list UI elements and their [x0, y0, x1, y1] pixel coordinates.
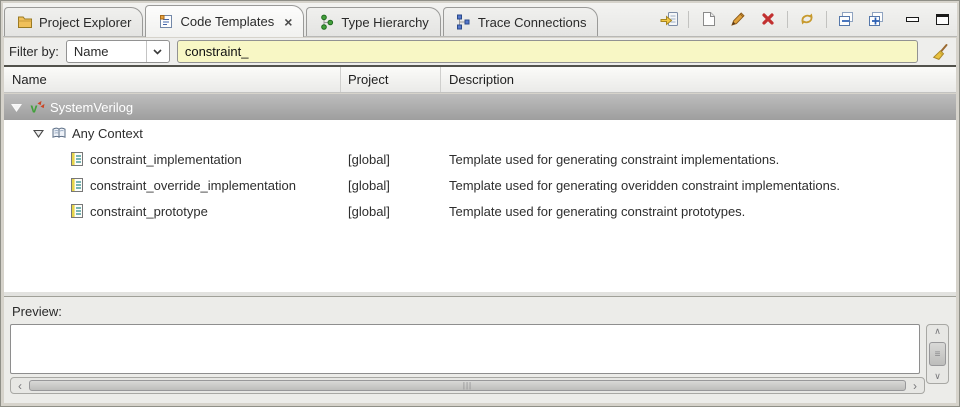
filter-query-input[interactable] [176, 40, 918, 63]
filter-bar: Filter by: Name [4, 38, 956, 65]
toolbar-separator [826, 10, 827, 28]
horizontal-scrollbar[interactable]: ‹ ||| › [10, 377, 925, 394]
vertical-scroll-thumb[interactable]: ≡ [929, 342, 946, 366]
tree-cell-name: constraint_override_implementation [4, 178, 341, 193]
expand-all-icon [868, 11, 884, 27]
template-project: [global] [348, 151, 390, 167]
template-name: constraint_implementation [90, 151, 242, 167]
template-description: Template used for generating constraint … [449, 151, 780, 167]
code-templates-icon [157, 14, 174, 29]
tree-row-template[interactable]: constraint_prototype [global] Template u… [4, 198, 956, 224]
toolbar-separator [688, 10, 689, 28]
expand-all-button[interactable] [865, 8, 887, 30]
column-label: Name [12, 72, 47, 87]
any-context-icon [50, 126, 67, 140]
template-name: constraint_override_implementation [90, 177, 296, 193]
preview-textarea[interactable] [10, 324, 920, 374]
expander-icon[interactable] [31, 129, 45, 138]
close-icon[interactable]: × [284, 15, 292, 29]
template-name: constraint_prototype [90, 203, 208, 219]
vertical-scrollbar[interactable]: ∧ ≡ ∨ [926, 324, 949, 384]
folder-icon [16, 15, 33, 29]
collapse-all-button[interactable] [835, 8, 857, 30]
column-header-project[interactable]: Project [341, 67, 441, 92]
tab-label: Type Hierarchy [341, 14, 429, 30]
view-toolbar [658, 8, 953, 30]
template-item-icon [68, 204, 85, 218]
grip-icon: ||| [462, 380, 473, 390]
svg-text:v: v [30, 102, 37, 116]
new-template-icon [701, 11, 716, 27]
tab-label: Project Explorer [39, 14, 132, 30]
scroll-up-icon[interactable]: ∧ [934, 326, 941, 337]
template-description: Template used for generating constraint … [449, 203, 746, 219]
maximize-button[interactable] [931, 8, 953, 30]
horizontal-scroll-thumb[interactable]: ||| [29, 380, 906, 391]
delete-template-icon [761, 12, 775, 26]
type-hierarchy-icon [318, 14, 335, 30]
preview-label: Preview: [12, 304, 62, 319]
scroll-right-icon[interactable]: › [908, 380, 922, 392]
tree-row-template[interactable]: constraint_override_implementation [glob… [4, 172, 956, 198]
filter-field-value: Name [73, 44, 109, 59]
minimize-button[interactable] [901, 8, 923, 30]
tab-trace-connections[interactable]: Trace Connections [442, 7, 599, 36]
import-template-button[interactable] [658, 8, 680, 30]
broom-icon [931, 43, 949, 61]
refresh-icon [798, 11, 816, 27]
tree-cell-name: constraint_prototype [4, 204, 341, 219]
trace-connections-icon [455, 14, 472, 30]
delete-template-button[interactable] [757, 8, 779, 30]
template-tree: v SystemVerilog Any Context constraint_i… [4, 94, 956, 292]
tab-project-explorer[interactable]: Project Explorer [4, 7, 144, 36]
column-label: Project [348, 72, 389, 87]
tree-group-label: SystemVerilog [50, 99, 134, 115]
template-project: [global] [348, 177, 390, 193]
template-project: [global] [348, 203, 390, 219]
clear-filter-button[interactable] [929, 41, 951, 63]
tree-row-any-context[interactable]: Any Context [4, 120, 956, 146]
column-header-name[interactable]: Name [4, 67, 341, 92]
tab-label: Trace Connections [477, 14, 587, 30]
chevron-down-icon[interactable] [145, 41, 169, 62]
column-label: Description [449, 72, 515, 87]
tree-cell-name: v SystemVerilog [4, 99, 341, 115]
tree-cell-name: Any Context [4, 126, 341, 141]
expander-icon[interactable] [9, 103, 23, 112]
maximize-icon [935, 13, 949, 25]
tab-code-templates[interactable]: Code Templates × [145, 5, 305, 37]
edit-template-button[interactable] [727, 8, 749, 30]
tree-row-template[interactable]: constraint_implementation [global] Templ… [4, 146, 956, 172]
scroll-left-icon[interactable]: ‹ [13, 380, 27, 392]
tab-type-hierarchy[interactable]: Type Hierarchy [306, 7, 441, 36]
collapse-all-icon [838, 11, 854, 27]
table-header: Name Project Description [4, 67, 956, 93]
refresh-button[interactable] [796, 8, 818, 30]
filter-label: Filter by: [9, 44, 59, 59]
toolbar-separator [787, 10, 788, 28]
template-item-icon [68, 152, 85, 166]
scroll-down-icon[interactable]: ∨ [934, 371, 941, 382]
column-header-description[interactable]: Description [441, 67, 956, 92]
tree-cell-name: constraint_implementation [4, 152, 341, 167]
filter-field-select[interactable]: Name [65, 40, 170, 63]
new-template-button[interactable] [697, 8, 719, 30]
grip-icon: ≡ [934, 348, 941, 360]
tree-row-systemverilog[interactable]: v SystemVerilog [4, 94, 956, 120]
systemverilog-icon: v [28, 99, 45, 115]
template-item-icon [68, 178, 85, 192]
minimize-icon [905, 16, 919, 22]
code-templates-view: Project Explorer Code Templates × Type H… [0, 0, 960, 407]
tree-group-label: Any Context [72, 125, 143, 141]
edit-template-icon [730, 11, 746, 27]
preview-panel: Preview: ∧ ≡ ∨ ‹ ||| › [4, 296, 956, 403]
import-template-icon [659, 11, 679, 28]
tab-label: Code Templates [180, 14, 275, 29]
template-description: Template used for generating overidden c… [449, 177, 840, 193]
